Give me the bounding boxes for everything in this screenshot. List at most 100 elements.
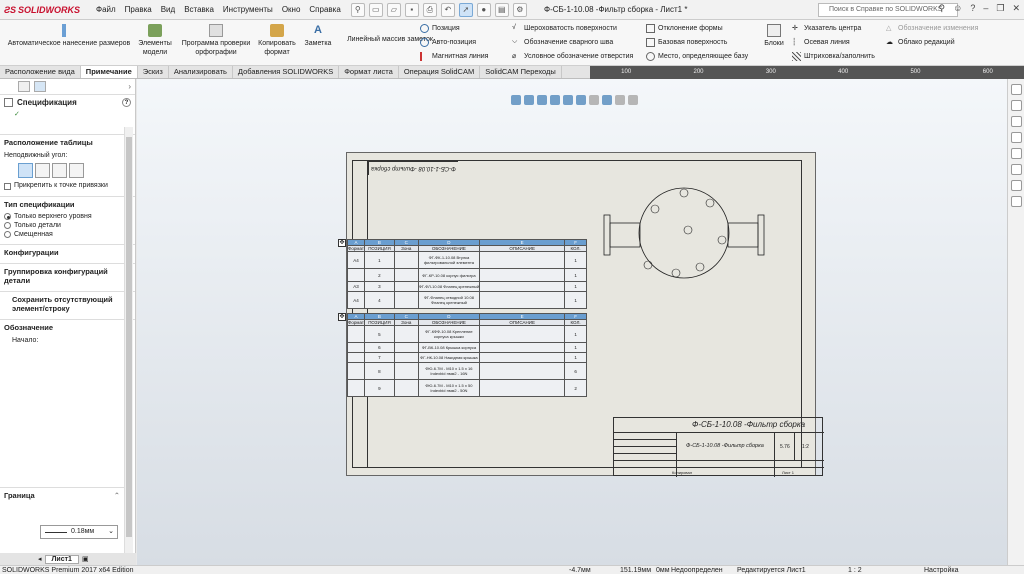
chevron-right-icon[interactable]: ›: [128, 82, 131, 91]
anchor-bottom-right-button[interactable]: [69, 163, 84, 178]
center-mark-button[interactable]: ✛ Указатель центра: [792, 24, 861, 33]
tab-evaluate[interactable]: Анализировать: [169, 66, 233, 78]
table-row[interactable]: 2 ФГ-КР-10.08 корпус фильтра 1: [347, 268, 587, 282]
magnetic-line-button[interactable]: Магнитная линия: [420, 52, 488, 61]
table-row[interactable]: 9 ФЮ-6.7M - M10 x 1.5 x 50 Indexbid нмм2 …: [347, 379, 587, 397]
select-arrow-icon[interactable]: ➚: [458, 2, 473, 17]
menu-view[interactable]: Вид: [161, 5, 175, 14]
search-icon[interactable]: ⚲: [939, 3, 946, 14]
section-bom-type[interactable]: Тип спецификации⌃: [0, 196, 135, 212]
view-palette-icon[interactable]: [1011, 148, 1022, 159]
rotate-view-icon[interactable]: [563, 95, 573, 105]
previous-view-icon[interactable]: [537, 95, 547, 105]
table-row[interactable]: 8 ФЮ-6.7M - M10 x 1.5 x 16 Indexbid нмм2 …: [347, 362, 587, 380]
radio-indented[interactable]: Смещенная: [0, 230, 135, 239]
resources-icon[interactable]: [1011, 100, 1022, 111]
section-designation[interactable]: Обозначение⌃: [0, 319, 135, 335]
help-search-input[interactable]: Поиск в Справке по SOLIDWORKS: [818, 3, 958, 17]
hide-show-icon[interactable]: [615, 95, 625, 105]
feature-tree-tab-icon[interactable]: [18, 81, 30, 92]
section-border[interactable]: Граница ⌃: [0, 487, 124, 503]
scrollbar-thumb[interactable]: [126, 137, 132, 537]
tab-solidcam-operation[interactable]: Операция SolidCAM: [399, 66, 481, 78]
help-icon[interactable]: ?: [122, 98, 131, 107]
close-icon[interactable]: ✕: [1012, 3, 1020, 14]
open-icon[interactable]: ▱: [386, 2, 401, 17]
geometric-tolerance-button[interactable]: Отклонение формы: [646, 24, 723, 33]
custom-properties-icon[interactable]: [1011, 180, 1022, 191]
menu-window[interactable]: Окно: [282, 5, 301, 14]
filter-assembly-view[interactable]: [598, 185, 788, 305]
format-painter-button[interactable]: Копировать формат: [256, 24, 298, 57]
auto-balloon-button[interactable]: Авто-позиция: [420, 38, 476, 47]
anchor-bottom-left-button[interactable]: [52, 163, 67, 178]
pin-icon[interactable]: ⚲: [350, 2, 365, 17]
menu-file[interactable]: Файл: [96, 5, 116, 14]
panel-scrollbar[interactable]: [124, 127, 133, 567]
sheet-tab[interactable]: Лист1: [44, 554, 79, 564]
display-style-icon[interactable]: [602, 95, 612, 105]
tab-solidworks-addins[interactable]: Добавления SOLIDWORKS: [233, 66, 340, 78]
table-move-handle-icon[interactable]: ✥: [338, 313, 346, 321]
minimize-icon[interactable]: –: [983, 3, 988, 14]
undo-icon[interactable]: ↶: [440, 2, 455, 17]
title-block[interactable]: Ф-СБ-1-10.08 -Фильтр сборка Ф-СБ-1-10.08…: [613, 417, 824, 477]
hole-callout-button[interactable]: ⌀ Условное обозначение отверстия: [512, 52, 633, 61]
tab-solidcam-transitions[interactable]: SolidCAM Переходы: [480, 66, 562, 78]
status-scale[interactable]: 1 : 2: [848, 566, 862, 574]
status-settings[interactable]: Настройка: [924, 566, 958, 574]
table-row[interactable]: А4 1 ФГ-ФК-1-10.08 Втулка фильтровальной э…: [347, 251, 587, 269]
menu-help[interactable]: Справка: [309, 5, 340, 14]
area-hatch-button[interactable]: Штриховка/заполнить: [792, 52, 875, 61]
table-row[interactable]: 5 ФГ-КФФ-10.08 Крепление корпуса крышки 1: [347, 325, 587, 343]
header-cell[interactable]: Формат: [347, 245, 365, 252]
property-manager-tab-icon[interactable]: [34, 81, 46, 92]
border-thickness-select[interactable]: 0.18мм ⌄: [40, 525, 118, 539]
zoom-to-area-icon[interactable]: [524, 95, 534, 105]
view-settings-icon[interactable]: [628, 95, 638, 105]
header-cell[interactable]: ПОЗИЦИЯ: [364, 319, 395, 326]
design-library-icon[interactable]: [1011, 116, 1022, 127]
user-icon[interactable]: ☺: [953, 3, 962, 14]
model-items-button[interactable]: Элементы модели: [136, 24, 174, 57]
surface-finish-button[interactable]: √ Шероховатость поверхности: [512, 24, 617, 33]
forum-icon[interactable]: [1011, 196, 1022, 207]
drawing-sheet[interactable]: Ф-СБ-1-10.08 -Фильтр сборка Ф-СБ-1-10.08…: [338, 152, 824, 477]
section-table-position[interactable]: Расположение таблицы⌃: [0, 134, 135, 150]
datum-feature-button[interactable]: Базовая поверхность: [646, 38, 727, 47]
zoom-to-fit-icon[interactable]: [511, 95, 521, 105]
tab-sheet-format[interactable]: Формат листа: [339, 66, 399, 78]
tab-sketch[interactable]: Эскиз: [138, 66, 169, 78]
revision-symbol-button[interactable]: △ Обозначение изменения: [886, 24, 978, 33]
section-view-icon[interactable]: [589, 95, 599, 105]
bom-table-top[interactable]: A B C D E F Формат ПОЗИЦИЯ Зона ОБОЗНАЧЕ…: [347, 239, 587, 309]
menu-edit[interactable]: Правка: [125, 5, 152, 14]
snap-anchor-checkbox[interactable]: Прикрепить к точке привязки: [0, 180, 135, 192]
help-icon[interactable]: ?: [970, 3, 975, 14]
table-row[interactable]: 7 ФГ-НК-10.08 Накидная крышка 1: [347, 352, 587, 363]
add-sheet-icon[interactable]: ▣: [82, 555, 89, 563]
rebuild-icon[interactable]: ●: [476, 2, 491, 17]
centerline-button[interactable]: ┆ Осевая линия: [792, 38, 850, 47]
table-row[interactable]: 6 ФГ-ВК-10.08 Крышка корпуса 1: [347, 342, 587, 353]
home-icon[interactable]: [1011, 84, 1022, 95]
anchor-top-right-button[interactable]: [35, 163, 50, 178]
pan-icon[interactable]: [576, 95, 586, 105]
new-document-icon[interactable]: ▭: [368, 2, 383, 17]
note-button[interactable]: A Заметка: [302, 24, 334, 48]
header-cell[interactable]: Формат: [347, 319, 365, 326]
options-gear-icon[interactable]: ⚙: [512, 2, 527, 17]
table-row[interactable]: А4 4 ФГ-Фланец отводной 10.08 Фланец крепе…: [347, 291, 587, 309]
radio-top-level-only[interactable]: Только верхнего уровня: [0, 212, 135, 221]
solidworks-logo[interactable]: ƧS SOLIDWORKS: [0, 0, 82, 20]
tab-annotation[interactable]: Примечание: [80, 66, 138, 78]
radio-parts-only[interactable]: Только детали: [0, 221, 135, 230]
section-keep-missing[interactable]: Сохранить отсутствующий элемент/строку⌄: [0, 291, 135, 316]
menu-insert[interactable]: Вставка: [184, 5, 214, 14]
sheet-nav-icon[interactable]: ◂: [38, 555, 42, 563]
balloon-button[interactable]: Позиция: [420, 24, 460, 33]
zoom-to-selection-icon[interactable]: [550, 95, 560, 105]
section-configurations[interactable]: Конфигурации⌄: [0, 244, 135, 260]
revision-cloud-button[interactable]: ☁ Облако редакций: [886, 38, 955, 47]
anchor-top-left-button[interactable]: [18, 163, 33, 178]
